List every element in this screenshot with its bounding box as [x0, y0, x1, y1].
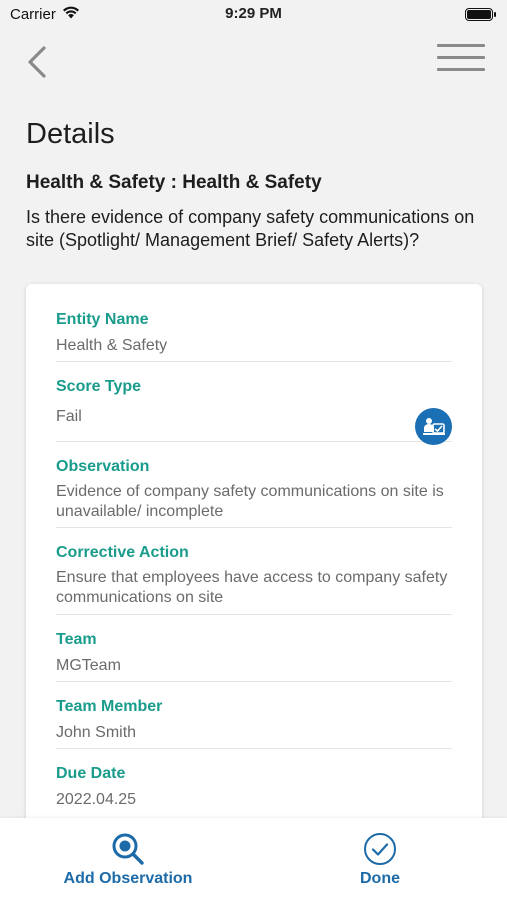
question-text: Is there evidence of company safety comm…: [26, 207, 475, 250]
add-observation-label: Add Observation: [63, 870, 193, 887]
back-button[interactable]: [22, 42, 62, 82]
corrective-action-label: Corrective Action: [56, 544, 189, 561]
due-date-label: Due Date: [56, 765, 126, 782]
menu-line: [437, 44, 485, 47]
assign-user-icon[interactable]: [415, 408, 452, 445]
due-date-value: 2022.04.25: [56, 791, 137, 808]
due-date-field: Due Date 2022.04.25: [56, 765, 452, 815]
battery-icon: [465, 7, 496, 21]
team-label: Team: [56, 631, 97, 648]
corrective-action-field: Corrective Action Ensure that employees …: [56, 544, 452, 615]
team-value: MGTeam: [56, 657, 121, 674]
details-card: Entity Name Health & Safety Score Type F…: [26, 284, 482, 844]
team-member-label: Team Member: [56, 698, 163, 715]
observation-field: Observation Evidence of company safety c…: [56, 458, 452, 528]
wifi-icon: [62, 6, 80, 23]
score-type-label: Score Type: [56, 378, 142, 395]
carrier-label: Carrier: [10, 5, 56, 23]
section-title: Health & Safety : Health & Safety: [26, 172, 322, 193]
entity-name-field: Entity Name Health & Safety: [56, 311, 452, 362]
score-type-field: Score Type Fail: [56, 378, 452, 445]
done-button[interactable]: Done: [345, 818, 415, 900]
entity-name-value: Health & Safety: [56, 337, 168, 354]
status-left: Carrier: [10, 6, 80, 23]
hamburger-menu-icon[interactable]: [437, 44, 485, 78]
entity-name-label: Entity Name: [56, 311, 149, 328]
checkmark-circle-icon: [363, 832, 397, 866]
observation-label: Observation: [56, 458, 150, 475]
menu-line: [437, 56, 485, 59]
observation-value: Evidence of company safety communication…: [56, 483, 444, 520]
menu-line: [437, 68, 485, 71]
status-bar: Carrier: [0, 0, 507, 28]
back-chevron-icon: [28, 46, 46, 78]
add-observation-button[interactable]: Add Observation: [62, 818, 194, 900]
bottom-action-bar: Add Observation Done: [0, 818, 507, 900]
team-member-value: John Smith: [56, 724, 137, 741]
corrective-action-value: Ensure that employees have access to com…: [56, 569, 448, 606]
page-title: Details: [26, 118, 115, 150]
team-member-field: Team Member John Smith: [56, 698, 452, 749]
score-type-value: Fail: [56, 408, 82, 425]
search-icon: [111, 832, 145, 866]
navigation-bar: [0, 40, 507, 84]
done-label: Done: [360, 870, 400, 887]
team-field: Team MGTeam: [56, 631, 452, 682]
